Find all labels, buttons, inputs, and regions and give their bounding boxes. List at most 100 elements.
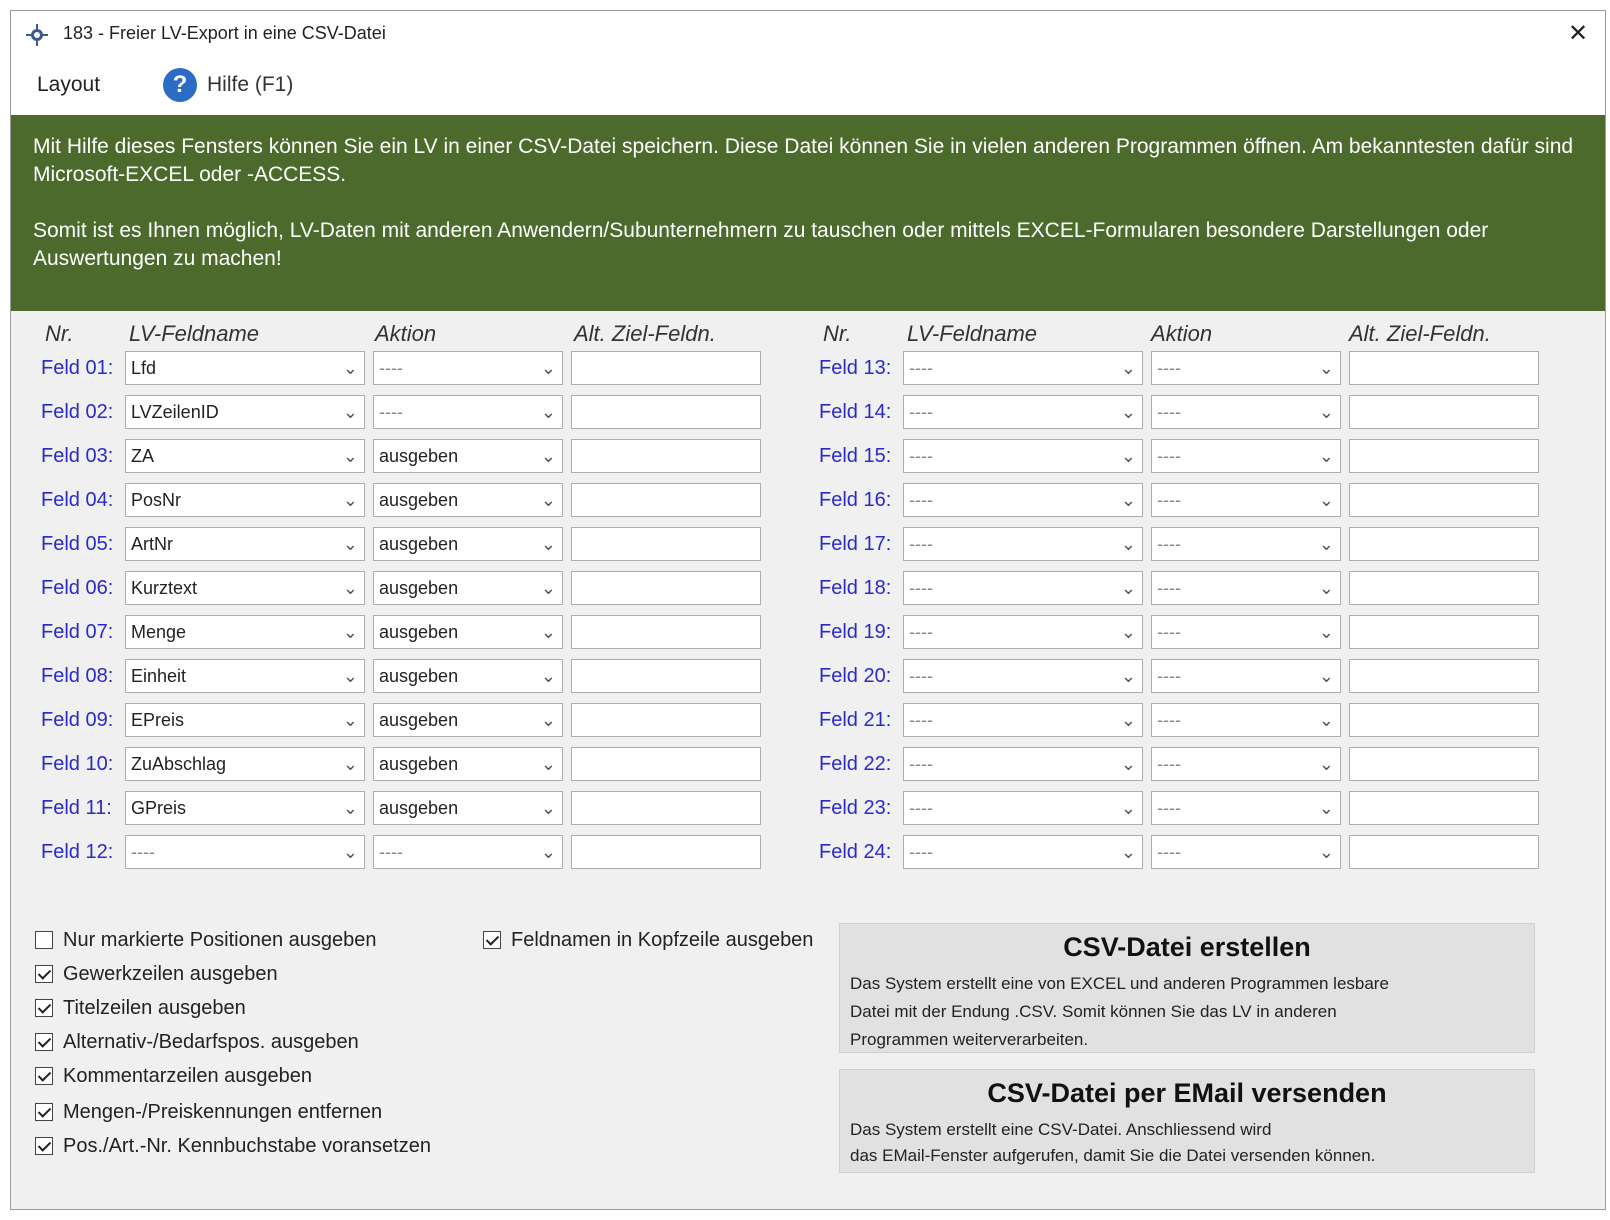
aktion-select[interactable]: ---- ⌄	[1151, 747, 1341, 781]
alt-ziel-input[interactable]	[571, 571, 761, 605]
aktion-select[interactable]: ---- ⌄	[1151, 835, 1341, 869]
feldname-select[interactable]: ---- ⌄	[903, 659, 1143, 693]
option-checkbox[interactable]	[35, 1103, 53, 1121]
alt-ziel-input[interactable]	[1349, 835, 1539, 869]
menu-layout[interactable]: Layout	[37, 73, 100, 97]
aktion-select[interactable]: ---- ⌄	[373, 351, 563, 385]
alt-ziel-input[interactable]	[571, 703, 761, 737]
create-csv-button[interactable]: CSV-Datei erstellen Das System erstellt …	[839, 923, 1535, 1053]
aktion-select[interactable]: ---- ⌄	[1151, 703, 1341, 737]
feldname-select[interactable]: PosNr ⌄	[125, 483, 365, 517]
alt-ziel-input[interactable]	[571, 659, 761, 693]
feldname-select[interactable]: ---- ⌄	[903, 483, 1143, 517]
option-header-row-checkbox[interactable]	[483, 931, 501, 949]
aktion-select[interactable]: ausgeben ⌄	[373, 703, 563, 737]
field-label: Feld 15:	[819, 445, 892, 467]
alt-ziel-input[interactable]	[1349, 395, 1539, 429]
aktion-select[interactable]: ---- ⌄	[1151, 615, 1341, 649]
feldname-select[interactable]: ZuAbschlag ⌄	[125, 747, 365, 781]
aktion-select[interactable]: ---- ⌄	[1151, 791, 1341, 825]
alt-ziel-input[interactable]	[571, 439, 761, 473]
feldname-select[interactable]: ---- ⌄	[903, 395, 1143, 429]
alt-ziel-input[interactable]	[1349, 791, 1539, 825]
option-checkbox[interactable]	[35, 931, 53, 949]
field-row: Feld 14: ---- ⌄ ---- ⌄	[819, 395, 1549, 431]
aktion-select[interactable]: ---- ⌄	[1151, 351, 1341, 385]
aktion-select[interactable]: ---- ⌄	[373, 835, 563, 869]
aktion-select[interactable]: ausgeben ⌄	[373, 615, 563, 649]
aktion-select[interactable]: ausgeben ⌄	[373, 483, 563, 517]
alt-ziel-input[interactable]	[571, 483, 761, 517]
alt-ziel-input[interactable]	[1349, 351, 1539, 385]
alt-ziel-input[interactable]	[571, 395, 761, 429]
alt-ziel-input[interactable]	[1349, 659, 1539, 693]
feldname-select[interactable]: ---- ⌄	[903, 747, 1143, 781]
option-checkbox[interactable]	[35, 965, 53, 983]
alt-ziel-input[interactable]	[571, 835, 761, 869]
email-csv-button[interactable]: CSV-Datei per EMail versenden Das System…	[839, 1069, 1535, 1173]
option-checkbox[interactable]	[35, 1067, 53, 1085]
alt-ziel-input[interactable]	[1349, 527, 1539, 561]
feldname-select[interactable]: ArtNr ⌄	[125, 527, 365, 561]
header-nr-right: Nr.	[823, 321, 852, 346]
feldname-select[interactable]: ---- ⌄	[903, 439, 1143, 473]
menu-help[interactable]: ? Hilfe (F1)	[163, 67, 293, 103]
option-row[interactable]: Mengen-/Preiskennungen entfernen	[35, 1099, 382, 1125]
feldname-select[interactable]: ---- ⌄	[903, 835, 1143, 869]
option-row[interactable]: Pos./Art.-Nr. Kennbuchstabe voransetzen	[35, 1133, 431, 1159]
option-row[interactable]: Titelzeilen ausgeben	[35, 995, 246, 1021]
close-button[interactable]: ✕	[1563, 19, 1593, 49]
feldname-select[interactable]: Einheit ⌄	[125, 659, 365, 693]
alt-ziel-input[interactable]	[1349, 703, 1539, 737]
feldname-select[interactable]: ZA ⌄	[125, 439, 365, 473]
option-row[interactable]: Nur markierte Positionen ausgeben	[35, 927, 377, 953]
aktion-select[interactable]: ---- ⌄	[1151, 395, 1341, 429]
alt-ziel-input[interactable]	[1349, 439, 1539, 473]
feldname-select[interactable]: GPreis ⌄	[125, 791, 365, 825]
feldname-value: ----	[909, 798, 933, 818]
aktion-select[interactable]: ausgeben ⌄	[373, 747, 563, 781]
aktion-select[interactable]: ausgeben ⌄	[373, 571, 563, 605]
feldname-select[interactable]: Kurztext ⌄	[125, 571, 365, 605]
alt-ziel-input[interactable]	[571, 747, 761, 781]
aktion-select[interactable]: ---- ⌄	[373, 395, 563, 429]
alt-ziel-input[interactable]	[571, 351, 761, 385]
aktion-select[interactable]: ---- ⌄	[1151, 483, 1341, 517]
alt-ziel-input[interactable]	[571, 527, 761, 561]
alt-ziel-input[interactable]	[1349, 747, 1539, 781]
feldname-select[interactable]: ---- ⌄	[125, 835, 365, 869]
alt-ziel-input[interactable]	[571, 791, 761, 825]
window-title: 183 - Freier LV-Export in eine CSV-Datei	[63, 23, 386, 43]
aktion-select[interactable]: ausgeben ⌄	[373, 527, 563, 561]
aktion-select[interactable]: ---- ⌄	[1151, 439, 1341, 473]
feldname-select[interactable]: LVZeilenID ⌄	[125, 395, 365, 429]
option-checkbox[interactable]	[35, 1033, 53, 1051]
aktion-select[interactable]: ausgeben ⌄	[373, 439, 563, 473]
feldname-select[interactable]: ---- ⌄	[903, 703, 1143, 737]
feldname-select[interactable]: Menge ⌄	[125, 615, 365, 649]
aktion-select[interactable]: ---- ⌄	[1151, 571, 1341, 605]
option-row[interactable]: Alternativ-/Bedarfspos. ausgeben	[35, 1029, 359, 1055]
feldname-select[interactable]: EPreis ⌄	[125, 703, 365, 737]
alt-ziel-input[interactable]	[1349, 571, 1539, 605]
aktion-select[interactable]: ---- ⌄	[1151, 527, 1341, 561]
option-row[interactable]: Gewerkzeilen ausgeben	[35, 961, 278, 987]
option-row[interactable]: Kommentarzeilen ausgeben	[35, 1063, 312, 1089]
alt-ziel-input[interactable]	[1349, 483, 1539, 517]
chevron-down-icon: ⌄	[1318, 754, 1334, 774]
aktion-select[interactable]: ---- ⌄	[1151, 659, 1341, 693]
option-checkbox[interactable]	[35, 1137, 53, 1155]
feldname-select[interactable]: ---- ⌄	[903, 615, 1143, 649]
option-header-row[interactable]: Feldnamen in Kopfzeile ausgeben	[483, 927, 813, 953]
alt-ziel-input[interactable]	[1349, 615, 1539, 649]
chevron-down-icon: ⌄	[540, 534, 556, 554]
aktion-select[interactable]: ausgeben ⌄	[373, 659, 563, 693]
aktion-select[interactable]: ausgeben ⌄	[373, 791, 563, 825]
feldname-select[interactable]: ---- ⌄	[903, 351, 1143, 385]
feldname-select[interactable]: ---- ⌄	[903, 571, 1143, 605]
feldname-select[interactable]: Lfd ⌄	[125, 351, 365, 385]
alt-ziel-input[interactable]	[571, 615, 761, 649]
feldname-select[interactable]: ---- ⌄	[903, 527, 1143, 561]
feldname-select[interactable]: ---- ⌄	[903, 791, 1143, 825]
option-checkbox[interactable]	[35, 999, 53, 1017]
